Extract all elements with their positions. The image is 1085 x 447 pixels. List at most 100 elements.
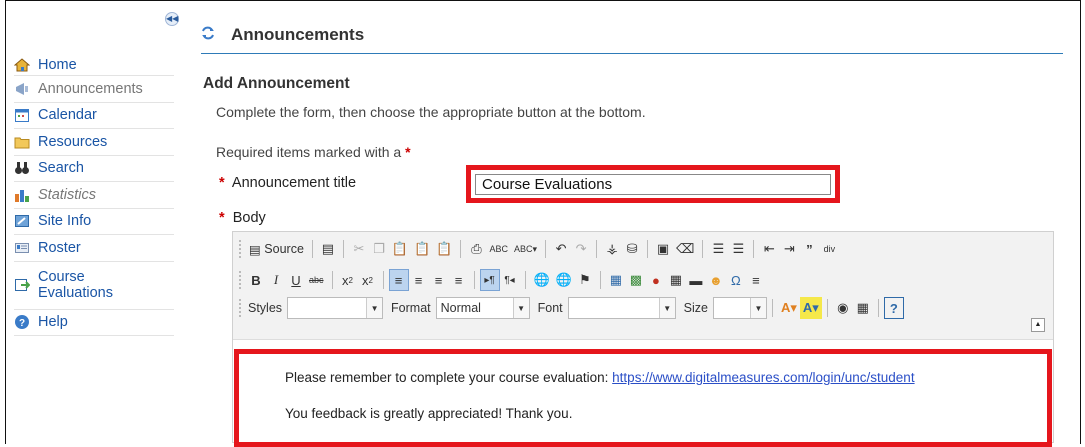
source-icon: ▤ xyxy=(249,242,261,257)
toolbar-separator xyxy=(524,271,526,289)
bold-icon[interactable]: B xyxy=(246,269,266,291)
background-color-icon[interactable]: A▾ xyxy=(799,297,822,319)
page-break-icon[interactable]: ≡ xyxy=(746,269,766,291)
sidebar-item-site-info[interactable]: Site Info xyxy=(14,209,174,235)
replace-icon[interactable]: ⛁ xyxy=(622,238,642,260)
outdent-icon[interactable]: ⇤ xyxy=(759,238,779,260)
chevron-down-icon: ▼ xyxy=(749,298,766,318)
redo-icon[interactable]: ↷ xyxy=(571,238,591,260)
select-all-icon[interactable]: ▣ xyxy=(653,238,673,260)
required-note: Required items marked with a * xyxy=(216,144,411,160)
sidebar-item-help[interactable]: ? Help xyxy=(14,310,174,336)
print-icon[interactable]: ⎙ xyxy=(466,238,486,260)
toolbar-separator xyxy=(545,240,547,258)
special-char-icon[interactable]: Ω xyxy=(726,269,746,291)
link-icon[interactable]: 🌐 xyxy=(531,269,553,291)
announcement-title-input[interactable] xyxy=(475,174,831,195)
superscript-icon[interactable]: x2 xyxy=(358,269,378,291)
binoculars-icon xyxy=(14,160,30,176)
toolbar-row-3: Styles ▼ Format Normal ▼ Font ▼ Size ▼ A… xyxy=(239,295,904,321)
underline-icon[interactable]: U xyxy=(286,269,306,291)
toolbar-row-1: ▤ Source ▤ ✂ ❐ 📋 📋 📋 ⎙ ABC ABC▾ ↶ ↷ ⚶ ⛁ xyxy=(239,236,839,262)
sidebar-item-course-evaluations[interactable]: Course Evaluations xyxy=(14,262,174,310)
source-button[interactable]: ▤ Source xyxy=(246,238,307,260)
sidebar-item-search[interactable]: Search xyxy=(14,156,174,182)
undo-icon[interactable]: ↶ xyxy=(551,238,571,260)
chevron-down-icon: ▼ xyxy=(512,298,529,318)
editor-toolbar: ▤ Source ▤ ✂ ❐ 📋 📋 📋 ⎙ ABC ABC▾ ↶ ↷ ⚶ ⛁ xyxy=(233,232,1053,340)
subscript-icon[interactable]: x2 xyxy=(338,269,358,291)
show-blocks-icon[interactable]: ▦ xyxy=(853,297,873,319)
horizontal-rule-icon[interactable]: ▬ xyxy=(686,269,706,291)
table-icon[interactable]: ▦ xyxy=(666,269,686,291)
smiley-icon[interactable]: ☻ xyxy=(706,269,726,291)
media-icon[interactable]: ▩ xyxy=(626,269,646,291)
toolbar-grip xyxy=(239,299,242,317)
source-label: Source xyxy=(264,242,304,256)
toolbar-separator xyxy=(877,299,879,317)
format-select[interactable]: Normal ▼ xyxy=(435,297,530,319)
body-line-1-text: Please remember to complete your course … xyxy=(285,370,613,385)
paste-text-icon[interactable]: 📋 xyxy=(411,238,433,260)
sidebar-item-statistics[interactable]: Statistics xyxy=(14,182,174,209)
external-link-icon xyxy=(14,277,30,293)
sidebar-item-home[interactable]: Home xyxy=(14,54,174,76)
div-icon[interactable]: div xyxy=(819,238,839,260)
italic-icon[interactable]: I xyxy=(266,269,286,291)
site-info-icon xyxy=(14,213,30,229)
size-select[interactable]: ▼ xyxy=(712,297,767,319)
chevron-down-icon: ▼ xyxy=(366,298,383,318)
reset-icon[interactable] xyxy=(201,26,215,45)
font-label: Font xyxy=(537,301,563,315)
rtl-icon[interactable]: ¶◂ xyxy=(500,269,520,291)
image-icon[interactable]: ▦ xyxy=(606,269,626,291)
align-right-icon[interactable]: ≡ xyxy=(429,269,449,291)
numbered-list-icon[interactable]: ☰ xyxy=(708,238,728,260)
editor-body[interactable]: Please remember to complete your course … xyxy=(234,349,1052,447)
toolbar-separator xyxy=(599,271,601,289)
sidebar-item-calendar[interactable]: Calendar xyxy=(14,103,174,129)
font-select[interactable]: ▼ xyxy=(567,297,676,319)
sidebar-item-roster[interactable]: Roster xyxy=(14,235,174,262)
format-value: Normal xyxy=(440,301,481,315)
copy-icon[interactable]: ❐ xyxy=(369,238,389,260)
folder-icon xyxy=(14,134,30,150)
sidebar-item-resources[interactable]: Resources xyxy=(14,129,174,156)
evaluation-link[interactable]: https://www.digitalmeasures.com/login/un… xyxy=(612,370,914,385)
cut-icon[interactable]: ✂ xyxy=(349,238,369,260)
flash-icon[interactable]: ● xyxy=(646,269,666,291)
toolbar-separator xyxy=(771,299,773,317)
format-label: Format xyxy=(391,301,431,315)
templates-icon[interactable]: ▤ xyxy=(318,238,338,260)
sidebar-item-label: Help xyxy=(38,314,68,331)
title-label: * Announcement title xyxy=(219,175,356,191)
paste-word-icon[interactable]: 📋 xyxy=(433,238,455,260)
blockquote-icon[interactable]: ” xyxy=(799,238,819,260)
maximize-icon[interactable]: ◉ xyxy=(833,297,853,319)
align-center-icon[interactable]: ≡ xyxy=(409,269,429,291)
indent-icon[interactable]: ⇥ xyxy=(779,238,799,260)
strikethrough-icon[interactable]: abc xyxy=(306,269,327,291)
remove-format-icon[interactable]: ⌫ xyxy=(673,238,697,260)
bulleted-list-icon[interactable]: ☰ xyxy=(728,238,748,260)
double-chevron-left-icon[interactable]: ◀◀ xyxy=(165,12,179,26)
unlink-icon[interactable]: 🌐 xyxy=(553,269,575,291)
paste-icon[interactable]: 📋 xyxy=(389,238,411,260)
sidebar-item-label: Announcements xyxy=(38,80,143,97)
anchor-icon[interactable]: ⚑ xyxy=(575,269,595,291)
about-icon[interactable]: ? xyxy=(883,297,904,319)
toolbar-grip xyxy=(239,271,242,289)
find-icon[interactable]: ⚶ xyxy=(602,238,622,260)
rich-text-editor: ▤ Source ▤ ✂ ❐ 📋 📋 📋 ⎙ ABC ABC▾ ↶ ↷ ⚶ ⛁ xyxy=(232,231,1054,447)
spellcheck-icon[interactable]: ABC xyxy=(486,238,511,260)
align-left-icon[interactable]: ≡ xyxy=(388,269,409,291)
sidebar-item-announcements[interactable]: Announcements xyxy=(14,76,174,103)
ltr-icon[interactable]: ▸¶ xyxy=(479,269,500,291)
align-justify-icon[interactable]: ≡ xyxy=(449,269,469,291)
sidebar-item-label: Home xyxy=(38,56,77,73)
text-color-icon[interactable]: A▾ xyxy=(778,297,800,319)
collapse-toolbar-icon[interactable]: ▲ xyxy=(1031,318,1045,332)
spellcheck-dropdown-icon[interactable]: ABC▾ xyxy=(511,238,540,260)
styles-select[interactable]: ▼ xyxy=(287,297,384,319)
toolbar-separator xyxy=(826,299,828,317)
